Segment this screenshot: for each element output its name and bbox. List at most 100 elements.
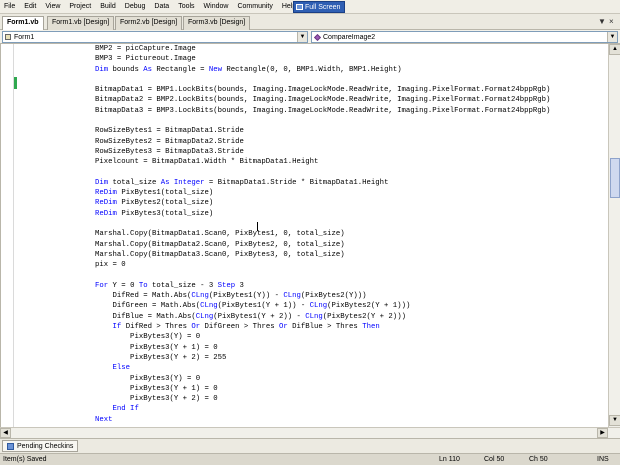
code-keyword: To — [138, 281, 148, 290]
code-line: BMP3 = Pictureout.Image — [60, 54, 550, 64]
code-line: Dim total_size As Integer = BitmapData1.… — [60, 178, 550, 188]
full-screen-button[interactable]: Full Screen — [293, 1, 346, 13]
tab-form1-vb[interactable]: Form1.vb — [2, 16, 44, 31]
class-name-dropdown[interactable]: Form1 ▼ — [2, 31, 308, 43]
code-line: Next — [60, 415, 550, 425]
code-token: (PixBytes2(Y + 1))) — [327, 302, 411, 311]
code-keyword: Or — [191, 323, 201, 332]
vertical-scrollbar[interactable]: ▲ ▼ — [608, 44, 620, 427]
class-name-value: Form1 — [14, 33, 35, 41]
chevron-down-icon[interactable]: ▼ — [607, 32, 617, 42]
code-line: DifBlue = Math.Abs(CLng(PixBytes1(Y + 2)… — [60, 312, 550, 322]
code-token: DifRed = Math.Abs( — [60, 292, 192, 301]
menu-window[interactable]: Window — [204, 0, 229, 14]
code-token: Rectangle(0, 0, BMP1.Width, BMP1.Height) — [222, 65, 402, 74]
menu-file[interactable]: File — [4, 0, 15, 14]
tab-form1-design[interactable]: Form1.vb [Design] — [47, 16, 115, 30]
document-tab-bar: Form1.vb Form1.vb [Design] Form2.vb [Des… — [0, 14, 620, 31]
code-keyword: New — [208, 65, 223, 74]
code-keyword: ReDim — [95, 189, 117, 198]
scroll-left-icon[interactable]: ◀ — [0, 428, 11, 438]
code-token: (PixBytes1(Y)) - — [208, 292, 284, 301]
code-token: 3 — [235, 281, 244, 290]
code-token: PixBytes2(total_size) — [116, 199, 214, 208]
method-icon — [313, 33, 322, 41]
code-token: (PixBytes1(Y + 1)) - — [217, 302, 310, 311]
code-token: Marshal.Copy(BitmapData1.Scan0, PixBytes… — [60, 230, 345, 239]
code-token: Pixelcount = BitmapData1.Width * BitmapD… — [60, 158, 319, 167]
code-keyword: CLng — [305, 312, 323, 321]
code-token: Marshal.Copy(BitmapData3.Scan0, PixBytes… — [60, 250, 345, 259]
code-token: PixBytes3(Y + 1) = 0 — [60, 384, 218, 393]
pending-checkins-label: Pending Checkins — [17, 442, 74, 450]
form-icon — [5, 34, 11, 40]
code-keyword: Step — [217, 281, 236, 290]
menu-debug[interactable]: Debug — [125, 0, 146, 14]
code-token: RowSizeBytes3 = BitmapData3.Stride — [60, 147, 244, 156]
code-token: DifGreen > Thres — [200, 323, 279, 332]
code-token: BMP3 = Pictureout.Image — [60, 55, 196, 64]
tab-form2-design[interactable]: Form2.vb [Design] — [115, 16, 183, 30]
code-line: PixBytes3(Y + 1) = 0 — [60, 343, 550, 353]
code-keyword: As — [143, 65, 152, 74]
tab-list-dropdown-icon[interactable]: ▼ — [598, 17, 606, 27]
status-character: Ch 50 — [529, 456, 548, 463]
code-line: BMP2 = picCapture.Image — [60, 44, 550, 54]
code-token: Y = 0 — [108, 281, 139, 290]
close-tab-icon[interactable]: × — [609, 17, 614, 27]
horizontal-scrollbar[interactable]: ◀ ▶ — [0, 427, 620, 438]
scroll-down-icon[interactable]: ▼ — [609, 415, 620, 426]
code-line: PixBytes3(Y) = 0 — [60, 332, 550, 342]
method-name-dropdown[interactable]: CompareImage2 ▼ — [311, 31, 618, 43]
status-column: Col 50 — [484, 456, 505, 463]
code-token: PixBytes3(Y + 1) = 0 — [60, 343, 218, 352]
code-line: DifGreen = Math.Abs(CLng(PixBytes1(Y + 1… — [60, 301, 550, 311]
menu-project[interactable]: Project — [69, 0, 91, 14]
code-token: Rectangle = — [151, 65, 209, 74]
scroll-thumb[interactable] — [610, 158, 620, 198]
scroll-up-icon[interactable]: ▲ — [609, 44, 620, 55]
code-token: Marshal.Copy(BitmapData2.Scan0, PixBytes… — [60, 240, 345, 249]
code-token: DifGreen = Math.Abs( — [60, 302, 201, 311]
chevron-down-icon[interactable]: ▼ — [297, 32, 307, 42]
menu-view[interactable]: View — [45, 0, 60, 14]
code-token: BitmapData3 = BMP3.LockBits(bounds, Imag… — [60, 106, 551, 115]
code-token: PixBytes3(Y) = 0 — [60, 333, 201, 342]
code-token: BitmapData1 = BMP1.LockBits(bounds, Imag… — [60, 86, 551, 95]
menu-data[interactable]: Data — [154, 0, 169, 14]
code-text[interactable]: BMP2 = picCapture.Image BMP3 = Pictureou… — [60, 44, 550, 425]
pending-checkins-tab[interactable]: Pending Checkins — [2, 440, 79, 452]
menu-community[interactable]: Community — [237, 0, 272, 14]
code-token: DifBlue > Thres — [287, 323, 363, 332]
code-keyword: End If — [112, 405, 139, 414]
code-editor[interactable]: BMP2 = picCapture.Image BMP3 = Pictureou… — [0, 44, 608, 427]
code-token: bounds — [108, 65, 144, 74]
full-screen-label: Full Screen — [305, 3, 341, 11]
menu-build[interactable]: Build — [100, 0, 116, 14]
code-line: DifRed = Math.Abs(CLng(PixBytes1(Y)) - C… — [60, 291, 550, 301]
menu-tools[interactable]: Tools — [178, 0, 194, 14]
status-message: Item(s) Saved — [3, 456, 47, 463]
code-token: RowSizeBytes1 = BitmapData1.Stride — [60, 127, 244, 136]
tab-form3-design[interactable]: Form3.vb [Design] — [183, 16, 251, 30]
code-keyword: Dim — [95, 178, 109, 187]
code-token: BitmapData2 = BMP2.LockBits(bounds, Imag… — [60, 96, 551, 105]
method-name-value: CompareImage2 — [323, 33, 376, 41]
menu-edit[interactable]: Edit — [24, 0, 36, 14]
change-indicator — [14, 77, 17, 89]
code-keyword: CLng — [200, 302, 218, 311]
code-token: DifRed > Thres — [121, 323, 192, 332]
code-line: End If — [60, 404, 550, 414]
code-token: PixBytes3(Y + 2) = 0 — [60, 395, 218, 404]
code-token: PixBytes3(Y) = 0 — [60, 374, 201, 383]
scroll-right-icon[interactable]: ▶ — [597, 428, 608, 438]
code-line: Marshal.Copy(BitmapData2.Scan0, PixBytes… — [60, 240, 550, 250]
